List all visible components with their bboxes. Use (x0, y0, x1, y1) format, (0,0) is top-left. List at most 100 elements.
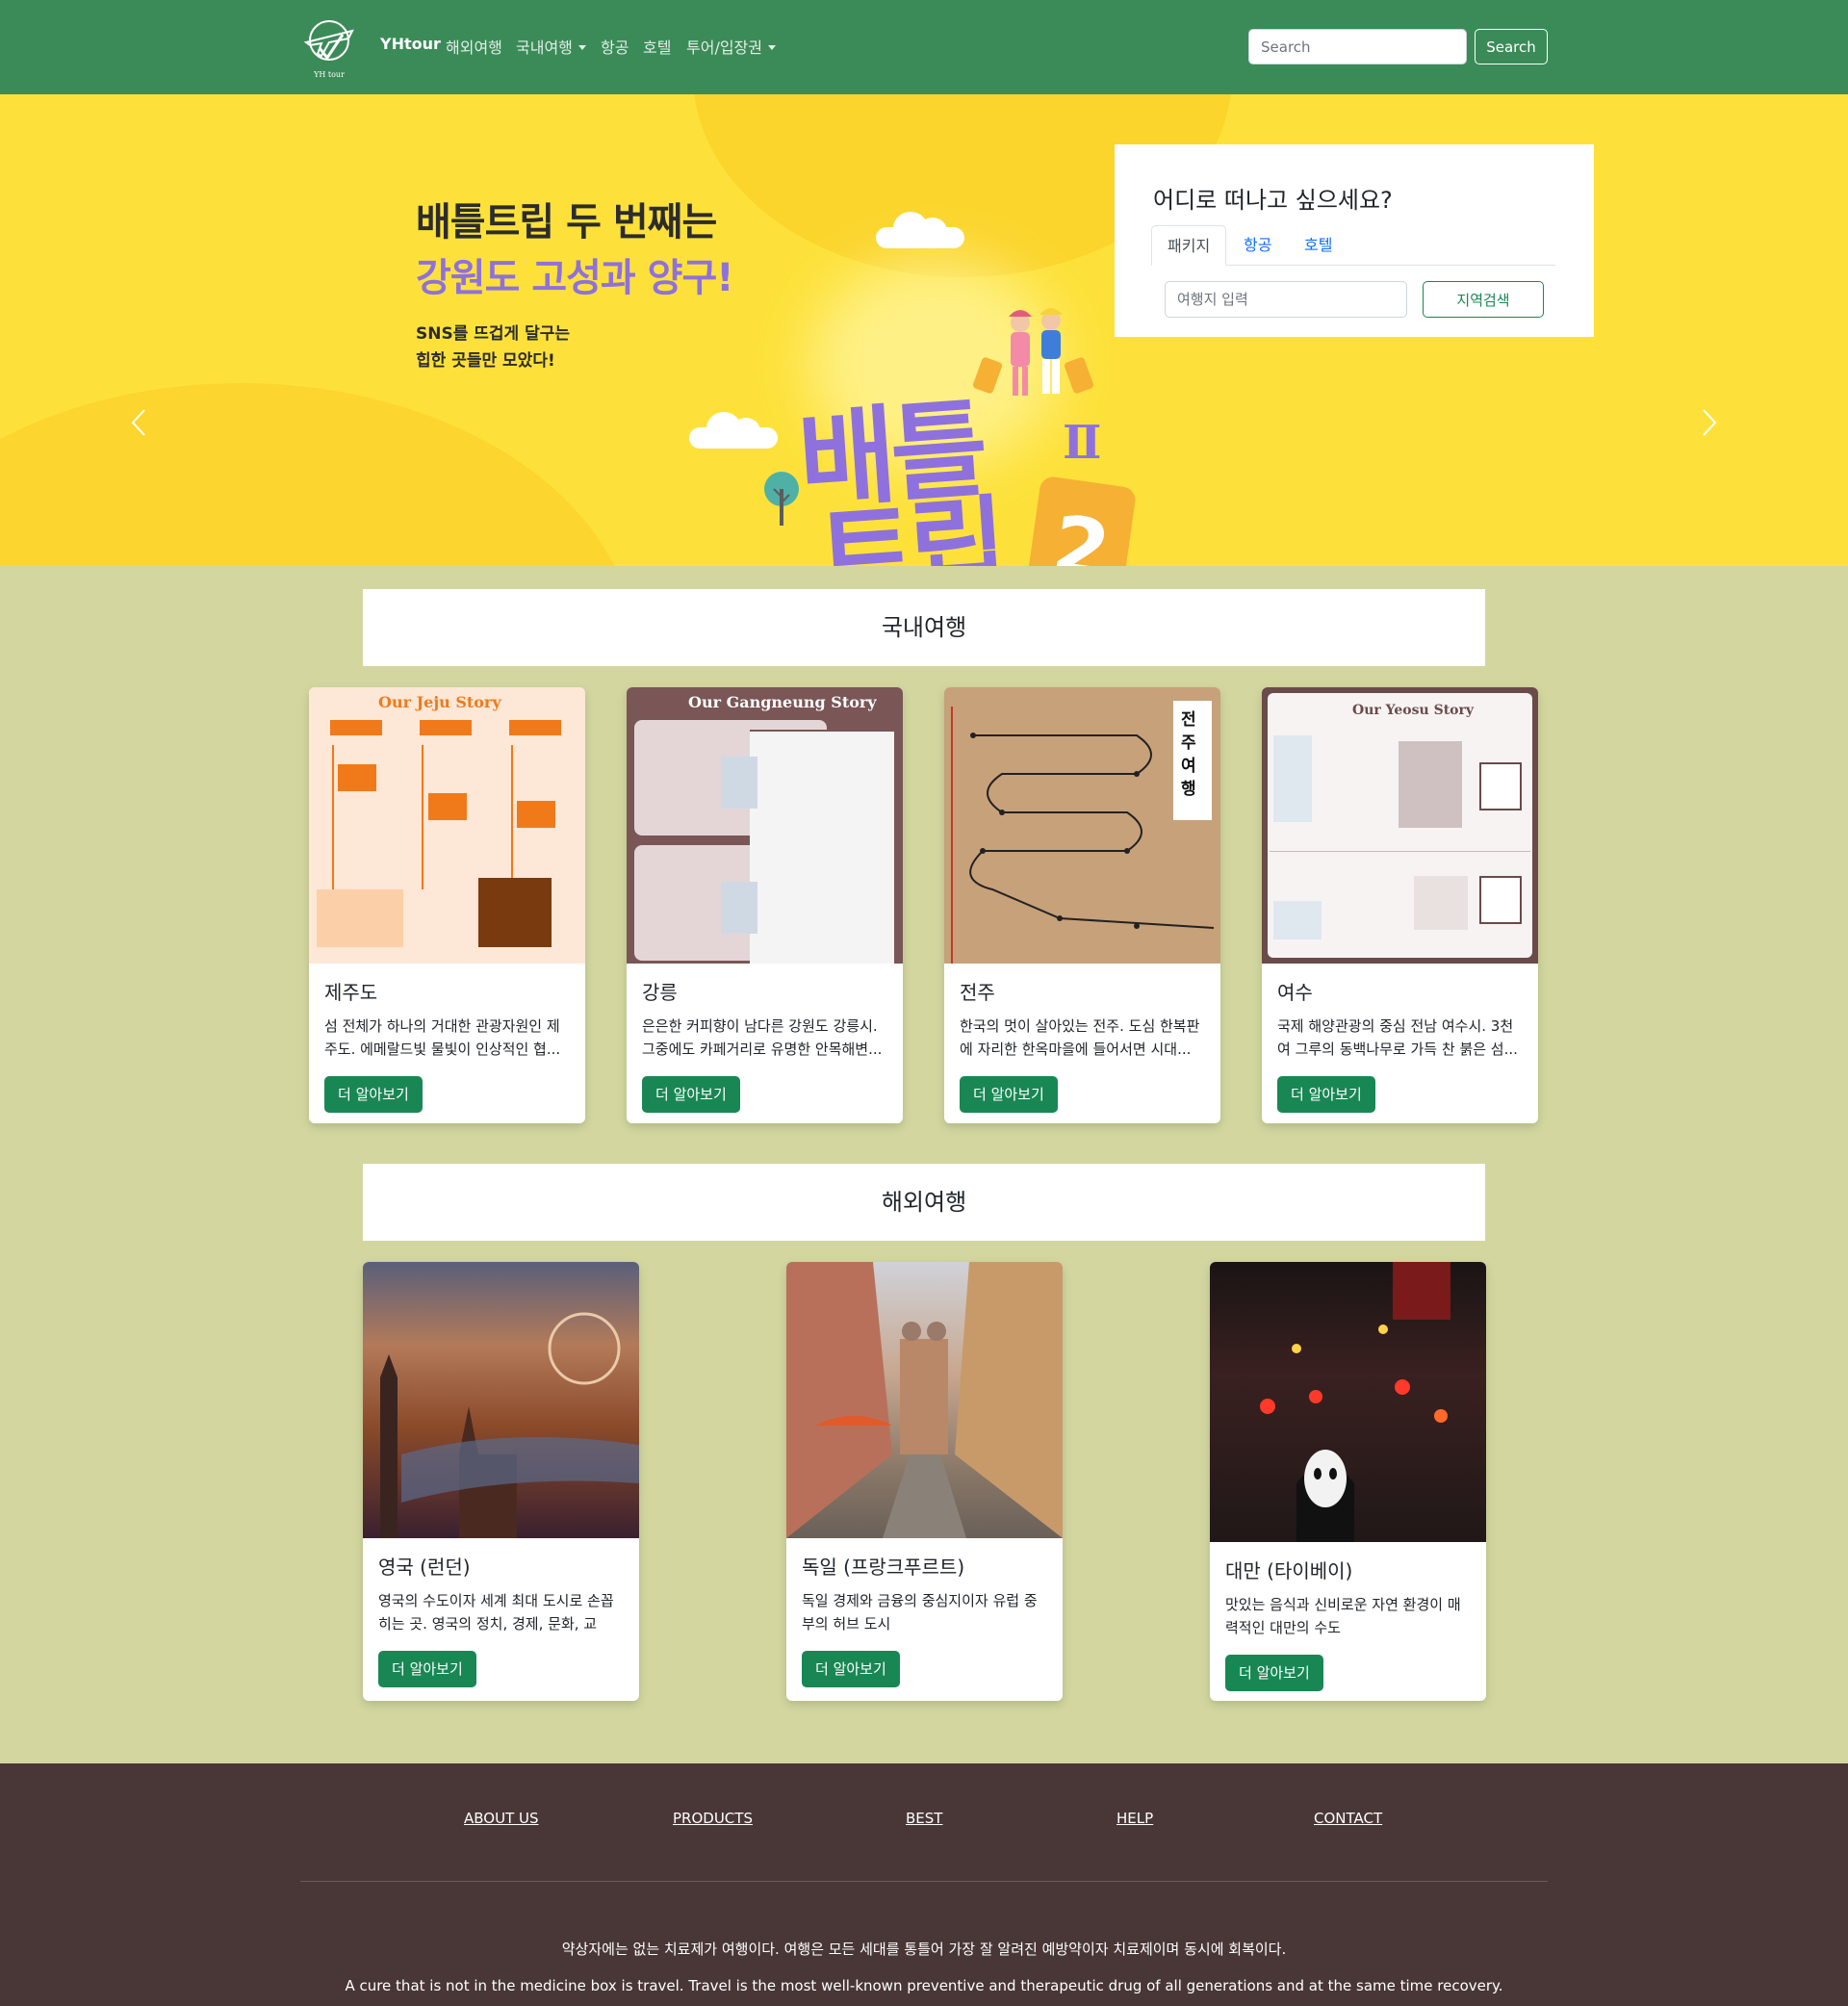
receipt-panel (750, 730, 894, 964)
chevron-right-icon[interactable] (1702, 408, 1717, 437)
hero-subtext: SNS를 뜨겁게 달구는 (416, 324, 571, 344)
learn-more-button[interactable]: 더 알아보기 (960, 1076, 1058, 1113)
nav-flight-label: 항공 (601, 39, 629, 57)
search-button[interactable]: Search (1475, 29, 1548, 64)
nav-hotel[interactable]: 호텔 (643, 35, 671, 58)
timeline-line (511, 745, 513, 889)
tab-flight[interactable]: 항공 (1228, 225, 1287, 266)
nav-overseas[interactable]: 해외여행 (446, 35, 502, 58)
nav-hotel-label: 호텔 (643, 39, 672, 57)
travelers-illustration-icon (972, 308, 1094, 396)
learn-more-button[interactable]: 더 알아보기 (1225, 1655, 1323, 1691)
map-thumbnail (721, 757, 757, 809)
nav-tour-label: 투어/입장권 (686, 39, 762, 57)
map-thumbnail (721, 882, 757, 934)
footer-link-contact[interactable]: CONTACT (1314, 1810, 1382, 1827)
svg-text:YH tour: YH tour (313, 70, 345, 79)
card-text: 국제 해양관광의 중심 전남 여수시. 3천여 그루의 동백나무로 가득 찬 붉… (1277, 1017, 1518, 1058)
hero-subtext: 힙한 곳들만 모았다! (416, 351, 555, 371)
footer-text-en: A cure that is not in the medicine box i… (345, 1977, 1503, 1994)
map-thumbnail (1273, 735, 1312, 822)
schedule-tab (509, 720, 561, 735)
ticket-block (338, 764, 376, 791)
night-market-icon (1260, 1262, 1450, 1542)
card-image-jeonju: 전주여행 (944, 687, 1220, 964)
card-text: 영국의 수도이자 세계 최대 도시로 손꼽히는 곳. 영국의 정치, 경제, 문… (378, 1592, 614, 1633)
navbar: YH tour YHtour 해외여행 국내여행 항공 호텔 투어/입장권 Se… (0, 0, 1848, 94)
schedule-tab (330, 720, 382, 735)
caret-down-icon (768, 45, 776, 50)
search-panel-tabs: 패키지 항공 호텔 (1151, 225, 1555, 266)
tab-hotel[interactable]: 호텔 (1289, 225, 1348, 266)
divider (1270, 851, 1530, 852)
card-body: 독일 (프랑크푸르트) 독일 경제와 금융의 중심지이자 유럽 중부의 허브 도… (786, 1538, 1063, 1687)
section-title-domestic: 국내여행 (363, 589, 1485, 666)
card-title: 전주 (960, 981, 995, 1004)
timeline-line (332, 745, 334, 889)
footer-link-products[interactable]: PRODUCTS (673, 1810, 753, 1827)
footer-text-ko: 약상자에는 없는 치료제가 여행이다. 여행은 모든 세대를 통틀어 가장 잘 … (561, 1941, 1287, 1958)
card-body: 제주도 섬 전체가 하나의 거대한 관광자원인 제주도. 에메랄드빛 물빛이 인… (309, 964, 585, 1113)
hero-headline-accent: 강원도 고성과 양구! (416, 256, 733, 300)
card-image-taipei (1210, 1262, 1486, 1542)
card-jeonju: 전주여행 전주 한국의 멋이 살아있는 전주. 도심 한복판에 자리한 한옥마을… (944, 687, 1220, 1123)
card-image-london (363, 1262, 639, 1538)
card-title: 대만 (타이베이) (1225, 1559, 1353, 1582)
card-london: 영국 (런던) 영국의 수도이자 세계 최대 도시로 손꼽히는 곳. 영국의 정… (363, 1262, 639, 1701)
yhtour-logo-icon[interactable]: YH tour (300, 13, 358, 81)
card-body: 강릉 은은한 커피향이 남다른 강원도 강릉시. 그중에도 카페거리로 유명한 … (627, 964, 903, 1113)
battle-trip-logo-line2: 트립 (813, 483, 1006, 566)
hero-bg-circle (0, 383, 635, 566)
nav-tour-dropdown[interactable]: 투어/입장권 (686, 35, 776, 58)
search-panel-title: 어디로 떠나고 싶으세요? (1153, 187, 1393, 214)
clipboard-block (1414, 876, 1468, 930)
timeline-line (422, 745, 424, 889)
search-input[interactable] (1248, 29, 1467, 64)
cloud-icon (689, 412, 778, 449)
card-body: 여수 국제 해양관광의 중심 전남 여수시. 3천여 그루의 동백나무로 가득 … (1262, 964, 1538, 1113)
roman-numeral-two: Ⅱ (1063, 416, 1102, 470)
card-text: 독일 경제와 금융의 중심지이자 유럽 중부의 허브 도시 (802, 1592, 1038, 1633)
region-search-button[interactable]: 지역검색 (1423, 281, 1544, 318)
learn-more-button[interactable]: 더 알아보기 (1277, 1076, 1375, 1113)
map-thumbnail (1273, 901, 1322, 939)
clipboard-block (1399, 741, 1462, 828)
card-title: 여수 (1277, 981, 1313, 1004)
card-title: 강릉 (642, 981, 678, 1004)
footer: ABOUT US PRODUCTS BEST HELP CONTACT 약상자에… (0, 1763, 1848, 2006)
learn-more-button[interactable]: 더 알아보기 (642, 1076, 740, 1113)
card-taipei: 대만 (타이베이) 맛있는 음식과 신비로운 자연 환경이 매력적인 대만의 수… (1210, 1262, 1486, 1701)
receipt-line (750, 730, 894, 732)
chevron-left-icon[interactable] (131, 408, 146, 437)
tab-package[interactable]: 패키지 (1151, 225, 1227, 266)
card-body: 영국 (런던) 영국의 수도이자 세계 최대 도시로 손꼽히는 곳. 영국의 정… (363, 1538, 639, 1687)
learn-more-button[interactable]: 더 알아보기 (378, 1651, 476, 1687)
footer-link-help[interactable]: HELP (1116, 1810, 1153, 1827)
suitcase-icon: 2 (1022, 475, 1138, 566)
footer-divider (300, 1881, 1548, 1882)
card-title: 독일 (프랑크푸르트) (802, 1556, 965, 1579)
card-text: 한국의 멋이 살아있는 전주. 도심 한복판에 자리한 한옥마을에 들어서면 시… (960, 1017, 1200, 1058)
learn-more-button[interactable]: 더 알아보기 (802, 1651, 900, 1687)
card-germany: 독일 (프랑크푸르트) 독일 경제와 금융의 중심지이자 유럽 중부의 허브 도… (786, 1262, 1063, 1701)
receipt-block (317, 889, 403, 947)
card-title: 제주도 (324, 981, 378, 1004)
nav-flight[interactable]: 항공 (601, 35, 629, 58)
destination-input[interactable] (1165, 281, 1407, 318)
nav-domestic-dropdown[interactable]: 국내여행 (516, 35, 586, 58)
tree-icon (764, 472, 799, 526)
brand-link[interactable]: YHtour (380, 35, 441, 53)
card-text: 섬 전체가 하나의 거대한 관광자원인 제주도. 에메랄드빛 물빛이 인상적인 … (324, 1017, 561, 1058)
card-image-label: Our Yeosu Story (1352, 703, 1475, 718)
learn-more-button[interactable]: 더 알아보기 (324, 1076, 423, 1113)
suitcase-number: 2 (1046, 497, 1116, 566)
footer-link-best[interactable]: BEST (906, 1810, 942, 1827)
nav-domestic-label: 국내여행 (516, 39, 573, 57)
footer-link-about[interactable]: ABOUT US (464, 1810, 539, 1827)
weather-card-icon (1479, 876, 1522, 924)
destination-search-panel: 어디로 떠나고 싶으세요? 패키지 항공 호텔 지역검색 (1115, 144, 1594, 337)
sign-board (478, 878, 552, 947)
card-image-label: Our Jeju Story (378, 693, 501, 711)
card-body: 전주 한국의 멋이 살아있는 전주. 도심 한복판에 자리한 한옥마을에 들어서… (944, 964, 1220, 1113)
hero-headline: 배틀트립 두 번째는 (416, 200, 717, 244)
